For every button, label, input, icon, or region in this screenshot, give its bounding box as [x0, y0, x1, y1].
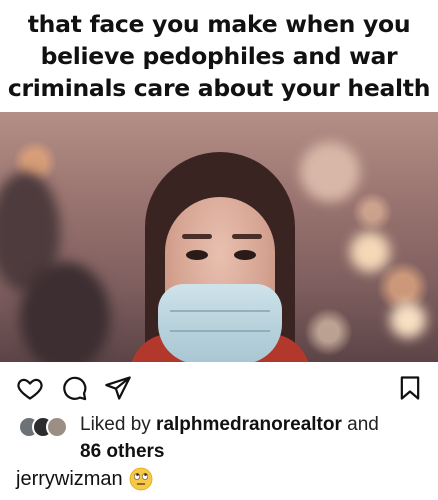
likes-summary[interactable]: Liked by ralphmedranorealtor and 86 othe… — [0, 412, 438, 462]
comment-username[interactable]: jerrywizman — [16, 468, 123, 491]
right-eye — [234, 250, 256, 260]
right-eyebrow — [232, 234, 262, 239]
face-mask — [158, 284, 282, 362]
mask-fold — [170, 310, 270, 312]
meme-caption: that face you make when you believe pedo… — [0, 0, 438, 112]
eye-roll-emoji-icon — [129, 467, 153, 491]
liker-username[interactable]: ralphmedranorealtor — [156, 414, 342, 435]
post-actions-bar — [0, 364, 438, 410]
caption-line-2: believe pedophiles and war — [40, 42, 398, 70]
likes-text: Liked by ralphmedranorealtor and — [80, 412, 430, 438]
share-icon[interactable] — [104, 374, 132, 402]
left-eye — [186, 250, 208, 260]
comment-row: jerrywizman — [16, 464, 153, 494]
caption-line-1: that face you make when you — [27, 10, 411, 38]
comment-icon[interactable] — [60, 374, 88, 402]
post-photo[interactable] — [0, 112, 438, 362]
likes-others[interactable]: 86 others — [80, 440, 164, 464]
bokeh-light — [350, 232, 390, 272]
left-eyebrow — [182, 234, 212, 239]
caption-line-3: criminals care about your health — [7, 74, 431, 102]
liker-avatars[interactable] — [18, 416, 74, 438]
bookmark-icon[interactable] — [396, 374, 424, 402]
bokeh-light — [390, 302, 426, 338]
heart-icon[interactable] — [16, 374, 44, 402]
meme-caption-text: that face you make when you believe pedo… — [7, 8, 431, 104]
likes-and: and — [341, 414, 379, 435]
likes-prefix: Liked by — [80, 414, 157, 435]
bokeh-light — [20, 262, 110, 362]
mask-fold — [170, 330, 270, 332]
bokeh-light — [300, 142, 360, 202]
avatar — [46, 416, 68, 438]
